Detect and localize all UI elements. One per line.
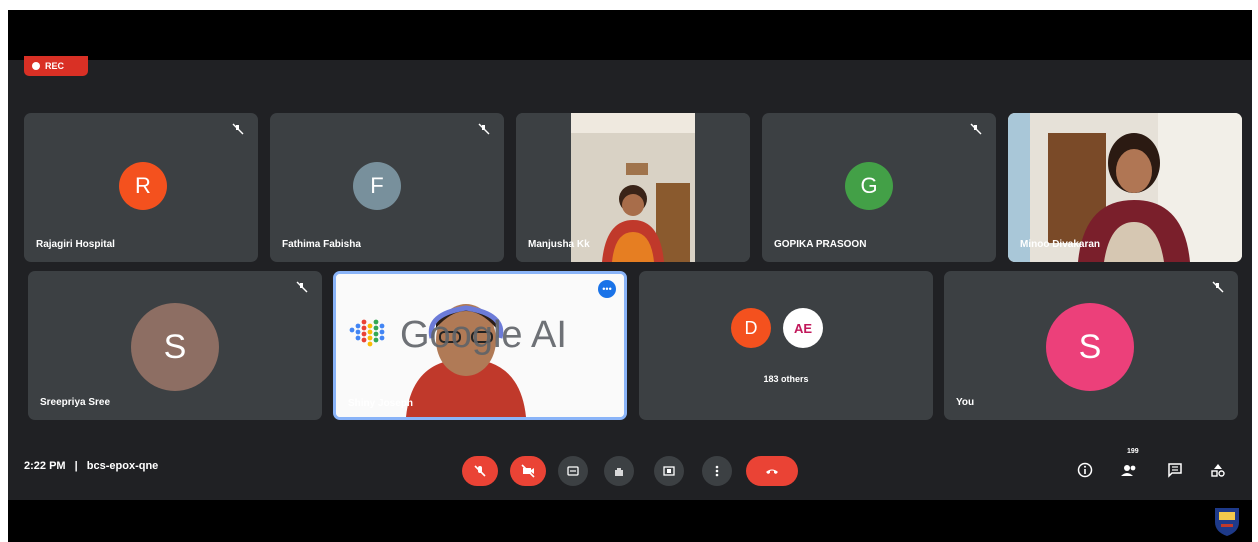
participant-tile-manjusha[interactable]: Manjusha Kk	[516, 113, 750, 262]
recording-badge: REC	[24, 56, 88, 76]
participant-name: Minoo Divakaran	[1020, 239, 1101, 250]
raise-hand-button[interactable]	[604, 456, 634, 486]
participant-tile-self[interactable]: S You	[944, 271, 1238, 420]
mic-off-icon	[296, 281, 308, 293]
people-button[interactable]	[1119, 460, 1139, 480]
participant-tile-presenter[interactable]: Google AI ••• Shiny Joseph	[333, 271, 627, 420]
avatar: AE	[783, 308, 823, 348]
avatar: G	[845, 162, 893, 210]
participant-tile-fathima[interactable]: F Fathima Fabisha	[270, 113, 504, 262]
others-count-label: 183 others	[763, 374, 809, 384]
activities-icon	[1211, 464, 1225, 477]
chat-button[interactable]	[1165, 460, 1185, 480]
participant-tile-sreepriya[interactable]: S Sreepriya Sree	[28, 271, 322, 420]
end-call-icon	[766, 469, 778, 474]
mic-off-icon	[970, 123, 982, 135]
meeting-time: 2:22 PM	[24, 460, 66, 472]
people-icon	[1121, 465, 1136, 476]
avatar: S	[131, 303, 219, 391]
participant-name: GOPIKA PRASOON	[774, 239, 867, 250]
participant-tile-gopika[interactable]: G GOPIKA PRASOON	[762, 113, 996, 262]
more-options-icon	[715, 465, 719, 477]
meeting-code: bcs-epox-qne	[86, 460, 159, 472]
avatar: D	[731, 308, 771, 348]
end-call-button[interactable]	[746, 456, 798, 486]
recording-label: REC	[45, 61, 65, 71]
participant-name: Shiny Joseph	[348, 398, 414, 409]
participant-name: Fathima Fabisha	[282, 239, 361, 250]
watermark-logo-icon	[1215, 508, 1239, 536]
people-count-badge: 199	[1127, 448, 1139, 455]
present-screen-icon	[663, 466, 675, 476]
meeting-window: REC R Rajagiri Hospital F Fathima Fabish…	[8, 10, 1252, 542]
raise-hand-icon	[615, 468, 623, 476]
avatar: R	[119, 162, 167, 210]
participant-tile-minoo[interactable]: Minoo Divakaran	[1008, 113, 1242, 262]
mic-off-icon	[232, 123, 244, 135]
control-bar: 2:22 PM | bcs-epox-qne 199	[8, 440, 1252, 490]
camera-toggle-button[interactable]	[510, 456, 546, 486]
chat-icon	[1168, 463, 1182, 478]
participant-name: Manjusha Kk	[528, 239, 590, 250]
avatar: F	[353, 162, 401, 210]
participant-name: You	[956, 397, 975, 408]
separator: |	[74, 460, 78, 472]
mic-off-icon	[474, 465, 486, 477]
participant-tile-others[interactable]: D AE 183 others	[639, 271, 933, 420]
info-icon	[1077, 462, 1093, 478]
avatar: S	[1046, 303, 1134, 391]
captions-icon	[567, 466, 579, 476]
recording-dot-icon	[32, 62, 40, 70]
speaking-indicator-icon: •••	[598, 280, 616, 298]
meeting-details: 2:22 PM | bcs-epox-qne	[24, 460, 158, 472]
more-options-button[interactable]	[702, 456, 732, 486]
mic-off-icon	[1212, 281, 1224, 293]
mic-off-icon	[478, 123, 490, 135]
bottom-letterbox	[8, 500, 1252, 542]
info-button[interactable]	[1075, 460, 1095, 480]
participant-tile-rajagiri[interactable]: R Rajagiri Hospital	[24, 113, 258, 262]
mic-toggle-button[interactable]	[462, 456, 498, 486]
participant-name: Rajagiri Hospital	[36, 239, 115, 250]
captions-button[interactable]	[558, 456, 588, 486]
slide-text: Google AI	[400, 314, 567, 356]
top-letterbox	[8, 10, 1252, 60]
camera-off-icon	[521, 464, 535, 478]
present-button[interactable]	[654, 456, 684, 486]
participant-name: Sreepriya Sree	[40, 397, 111, 408]
activities-button[interactable]	[1208, 460, 1228, 480]
